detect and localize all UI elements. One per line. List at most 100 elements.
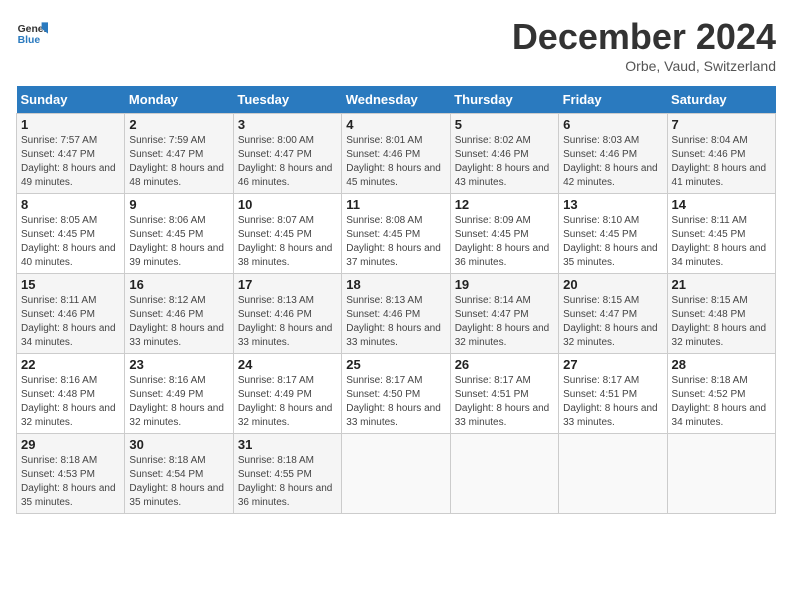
day-number: 19 (455, 277, 554, 292)
location-subtitle: Orbe, Vaud, Switzerland (512, 58, 776, 74)
calendar-cell: 26 Sunrise: 8:17 AMSunset: 4:51 PMDayligh… (450, 354, 558, 434)
day-number: 21 (672, 277, 771, 292)
calendar-cell: 18 Sunrise: 8:13 AMSunset: 4:46 PMDayligh… (342, 274, 450, 354)
day-number: 27 (563, 357, 662, 372)
calendar-cell: 16 Sunrise: 8:12 AMSunset: 4:46 PMDayligh… (125, 274, 233, 354)
day-number: 4 (346, 117, 445, 132)
day-details: Sunrise: 8:11 AMSunset: 4:45 PMDaylight:… (672, 214, 771, 270)
day-number: 14 (672, 197, 771, 212)
calendar-week-row: 22 Sunrise: 8:16 AMSunset: 4:48 PMDayligh… (17, 354, 776, 434)
calendar-cell: 10 Sunrise: 8:07 AMSunset: 4:45 PMDayligh… (233, 194, 341, 274)
day-details: Sunrise: 8:15 AMSunset: 4:48 PMDaylight:… (672, 294, 771, 350)
day-number: 6 (563, 117, 662, 132)
calendar-cell: 4 Sunrise: 8:01 AMSunset: 4:46 PMDaylight… (342, 114, 450, 194)
day-details: Sunrise: 8:01 AMSunset: 4:46 PMDaylight:… (346, 134, 445, 190)
calendar-table: SundayMondayTuesdayWednesdayThursdayFrid… (16, 86, 776, 514)
day-details: Sunrise: 8:03 AMSunset: 4:46 PMDaylight:… (563, 134, 662, 190)
calendar-cell (450, 434, 558, 514)
calendar-cell: 28Sunrise: 8:18 AMSunset: 4:52 PMDayligh… (667, 354, 775, 434)
calendar-cell: 8 Sunrise: 8:05 AMSunset: 4:45 PMDaylight… (17, 194, 125, 274)
day-details: Sunrise: 8:18 AMSunset: 4:55 PMDaylight:… (238, 454, 337, 510)
days-header-row: SundayMondayTuesdayWednesdayThursdayFrid… (17, 86, 776, 114)
day-details: Sunrise: 8:12 AMSunset: 4:46 PMDaylight:… (129, 294, 228, 350)
calendar-cell: 13 Sunrise: 8:10 AMSunset: 4:45 PMDayligh… (559, 194, 667, 274)
calendar-cell: 5Sunrise: 8:02 AMSunset: 4:46 PMDaylight… (450, 114, 558, 194)
month-title: December 2024 (512, 16, 776, 58)
day-number: 11 (346, 197, 445, 212)
logo: General Blue (16, 16, 48, 48)
day-details: Sunrise: 8:13 AMSunset: 4:46 PMDaylight:… (346, 294, 445, 350)
day-details: Sunrise: 8:16 AMSunset: 4:49 PMDaylight:… (129, 374, 228, 430)
title-block: December 2024 Orbe, Vaud, Switzerland (512, 16, 776, 74)
calendar-cell: 2 Sunrise: 7:59 AMSunset: 4:47 PMDaylight… (125, 114, 233, 194)
calendar-cell: 24 Sunrise: 8:17 AMSunset: 4:49 PMDayligh… (233, 354, 341, 434)
day-number: 7 (672, 117, 771, 132)
day-number: 30 (129, 437, 228, 452)
day-number: 13 (563, 197, 662, 212)
day-number: 2 (129, 117, 228, 132)
day-number: 22 (21, 357, 120, 372)
day-number: 17 (238, 277, 337, 292)
calendar-cell: 19 Sunrise: 8:14 AMSunset: 4:47 PMDayligh… (450, 274, 558, 354)
calendar-cell: 7 Sunrise: 8:04 AMSunset: 4:46 PMDaylight… (667, 114, 775, 194)
day-number: 26 (455, 357, 554, 372)
day-details: Sunrise: 8:17 AMSunset: 4:51 PMDaylight:… (563, 374, 662, 430)
page-header: General Blue December 2024 Orbe, Vaud, S… (16, 16, 776, 74)
day-number: 8 (21, 197, 120, 212)
day-number: 18 (346, 277, 445, 292)
day-details: Sunrise: 8:09 AMSunset: 4:45 PMDaylight:… (455, 214, 554, 270)
calendar-cell: 27 Sunrise: 8:17 AMSunset: 4:51 PMDayligh… (559, 354, 667, 434)
day-details: Sunrise: 8:10 AMSunset: 4:45 PMDaylight:… (563, 214, 662, 270)
day-details: Sunrise: 8:17 AMSunset: 4:50 PMDaylight:… (346, 374, 445, 430)
calendar-cell: 1Sunrise: 7:57 AMSunset: 4:47 PMDaylight… (17, 114, 125, 194)
day-number: 1 (21, 117, 120, 132)
calendar-cell: 14 Sunrise: 8:11 AMSunset: 4:45 PMDayligh… (667, 194, 775, 274)
day-number: 10 (238, 197, 337, 212)
day-details: Sunrise: 8:06 AMSunset: 4:45 PMDaylight:… (129, 214, 228, 270)
calendar-cell: 17 Sunrise: 8:13 AMSunset: 4:46 PMDayligh… (233, 274, 341, 354)
calendar-cell: 22 Sunrise: 8:16 AMSunset: 4:48 PMDayligh… (17, 354, 125, 434)
day-details: Sunrise: 8:18 AMSunset: 4:52 PMDaylight:… (672, 374, 771, 430)
day-number: 3 (238, 117, 337, 132)
calendar-cell: 12 Sunrise: 8:09 AMSunset: 4:45 PMDayligh… (450, 194, 558, 274)
day-number: 16 (129, 277, 228, 292)
day-number: 24 (238, 357, 337, 372)
calendar-cell: 29Sunrise: 8:18 AMSunset: 4:53 PMDayligh… (17, 434, 125, 514)
day-details: Sunrise: 8:14 AMSunset: 4:47 PMDaylight:… (455, 294, 554, 350)
calendar-cell: 21 Sunrise: 8:15 AMSunset: 4:48 PMDayligh… (667, 274, 775, 354)
day-details: Sunrise: 8:13 AMSunset: 4:46 PMDaylight:… (238, 294, 337, 350)
day-header-friday: Friday (559, 86, 667, 114)
calendar-cell: 15Sunrise: 8:11 AMSunset: 4:46 PMDayligh… (17, 274, 125, 354)
day-details: Sunrise: 8:17 AMSunset: 4:51 PMDaylight:… (455, 374, 554, 430)
calendar-week-row: 15Sunrise: 8:11 AMSunset: 4:46 PMDayligh… (17, 274, 776, 354)
calendar-week-row: 29Sunrise: 8:18 AMSunset: 4:53 PMDayligh… (17, 434, 776, 514)
calendar-cell: 23 Sunrise: 8:16 AMSunset: 4:49 PMDayligh… (125, 354, 233, 434)
calendar-cell: 6 Sunrise: 8:03 AMSunset: 4:46 PMDaylight… (559, 114, 667, 194)
calendar-cell: 25Sunrise: 8:17 AMSunset: 4:50 PMDayligh… (342, 354, 450, 434)
day-details: Sunrise: 8:04 AMSunset: 4:46 PMDaylight:… (672, 134, 771, 190)
calendar-cell: 11 Sunrise: 8:08 AMSunset: 4:45 PMDayligh… (342, 194, 450, 274)
day-details: Sunrise: 8:11 AMSunset: 4:46 PMDaylight:… (21, 294, 120, 350)
calendar-cell: 9Sunrise: 8:06 AMSunset: 4:45 PMDaylight… (125, 194, 233, 274)
day-details: Sunrise: 8:08 AMSunset: 4:45 PMDaylight:… (346, 214, 445, 270)
day-header-tuesday: Tuesday (233, 86, 341, 114)
day-number: 20 (563, 277, 662, 292)
day-header-sunday: Sunday (17, 86, 125, 114)
day-details: Sunrise: 8:05 AMSunset: 4:45 PMDaylight:… (21, 214, 120, 270)
day-details: Sunrise: 8:00 AMSunset: 4:47 PMDaylight:… (238, 134, 337, 190)
calendar-cell: 20Sunrise: 8:15 AMSunset: 4:47 PMDayligh… (559, 274, 667, 354)
day-details: Sunrise: 8:17 AMSunset: 4:49 PMDaylight:… (238, 374, 337, 430)
calendar-week-row: 8 Sunrise: 8:05 AMSunset: 4:45 PMDaylight… (17, 194, 776, 274)
day-details: Sunrise: 7:59 AMSunset: 4:47 PMDaylight:… (129, 134, 228, 190)
day-header-saturday: Saturday (667, 86, 775, 114)
day-number: 12 (455, 197, 554, 212)
day-details: Sunrise: 8:18 AMSunset: 4:54 PMDaylight:… (129, 454, 228, 510)
day-details: Sunrise: 8:16 AMSunset: 4:48 PMDaylight:… (21, 374, 120, 430)
day-details: Sunrise: 8:07 AMSunset: 4:45 PMDaylight:… (238, 214, 337, 270)
day-header-wednesday: Wednesday (342, 86, 450, 114)
day-number: 23 (129, 357, 228, 372)
calendar-cell (667, 434, 775, 514)
calendar-cell (559, 434, 667, 514)
calendar-cell: 3 Sunrise: 8:00 AMSunset: 4:47 PMDaylight… (233, 114, 341, 194)
day-number: 31 (238, 437, 337, 452)
